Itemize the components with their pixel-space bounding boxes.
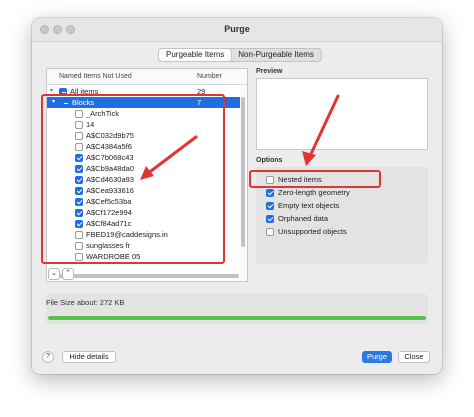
tab-purgeable-items[interactable]: Purgeable Items — [159, 49, 232, 61]
file-size-progress-fill — [48, 316, 426, 320]
unsupported-objects-checkbox[interactable] — [266, 227, 274, 236]
horizontal-scroll-thumb[interactable] — [51, 274, 239, 278]
tree-header: Named Items Not Used Number — [47, 69, 247, 85]
file-size-panel: File Size about: 272 KB — [46, 294, 428, 324]
window-title: Purge — [224, 24, 250, 34]
options-label: Options — [256, 157, 283, 164]
annotation-highlight-items — [41, 94, 225, 264]
column-header-name[interactable]: Named Items Not Used — [59, 73, 132, 80]
column-header-number[interactable]: Number — [197, 73, 222, 80]
orphaned-data-checkbox[interactable] — [266, 214, 274, 223]
tab-non-purgeable-items[interactable]: Non-Purgeable Items — [231, 49, 321, 61]
option-label: Empty text objects — [278, 201, 340, 210]
annotation-highlight-nested-items — [249, 170, 381, 188]
vertical-scroll-thumb[interactable] — [241, 97, 245, 247]
question-mark-icon: ? — [46, 353, 50, 360]
tab-switcher: Purgeable Items Non-Purgeable Items — [158, 48, 322, 62]
title-bar: Purge — [32, 18, 442, 42]
hide-details-button[interactable]: Hide details — [62, 351, 116, 363]
vertical-scrollbar[interactable] — [240, 85, 247, 281]
help-button[interactable]: ? — [42, 351, 54, 363]
empty-text-objects-checkbox[interactable] — [266, 201, 274, 210]
file-size-text: File Size about: 272 KB — [46, 298, 125, 307]
chevron-down-icon: ⌄ — [51, 270, 57, 277]
option-label: Orphaned data — [278, 214, 329, 223]
file-size-progress — [48, 316, 426, 320]
option-label: Zero-length geometry — [278, 188, 350, 197]
chevron-up-icon: ⌃ — [65, 270, 71, 277]
close-button[interactable]: Close — [398, 351, 430, 363]
preview-label: Preview — [256, 68, 283, 75]
purge-button[interactable]: Purge — [362, 351, 392, 363]
expand-all-button[interactable]: ⌃ — [62, 268, 74, 280]
zero-length-geometry-checkbox[interactable] — [266, 188, 274, 197]
preview-box — [256, 78, 428, 150]
collapse-all-button[interactable]: ⌄ — [48, 268, 60, 280]
option-label: Unsupported objects — [278, 227, 347, 236]
